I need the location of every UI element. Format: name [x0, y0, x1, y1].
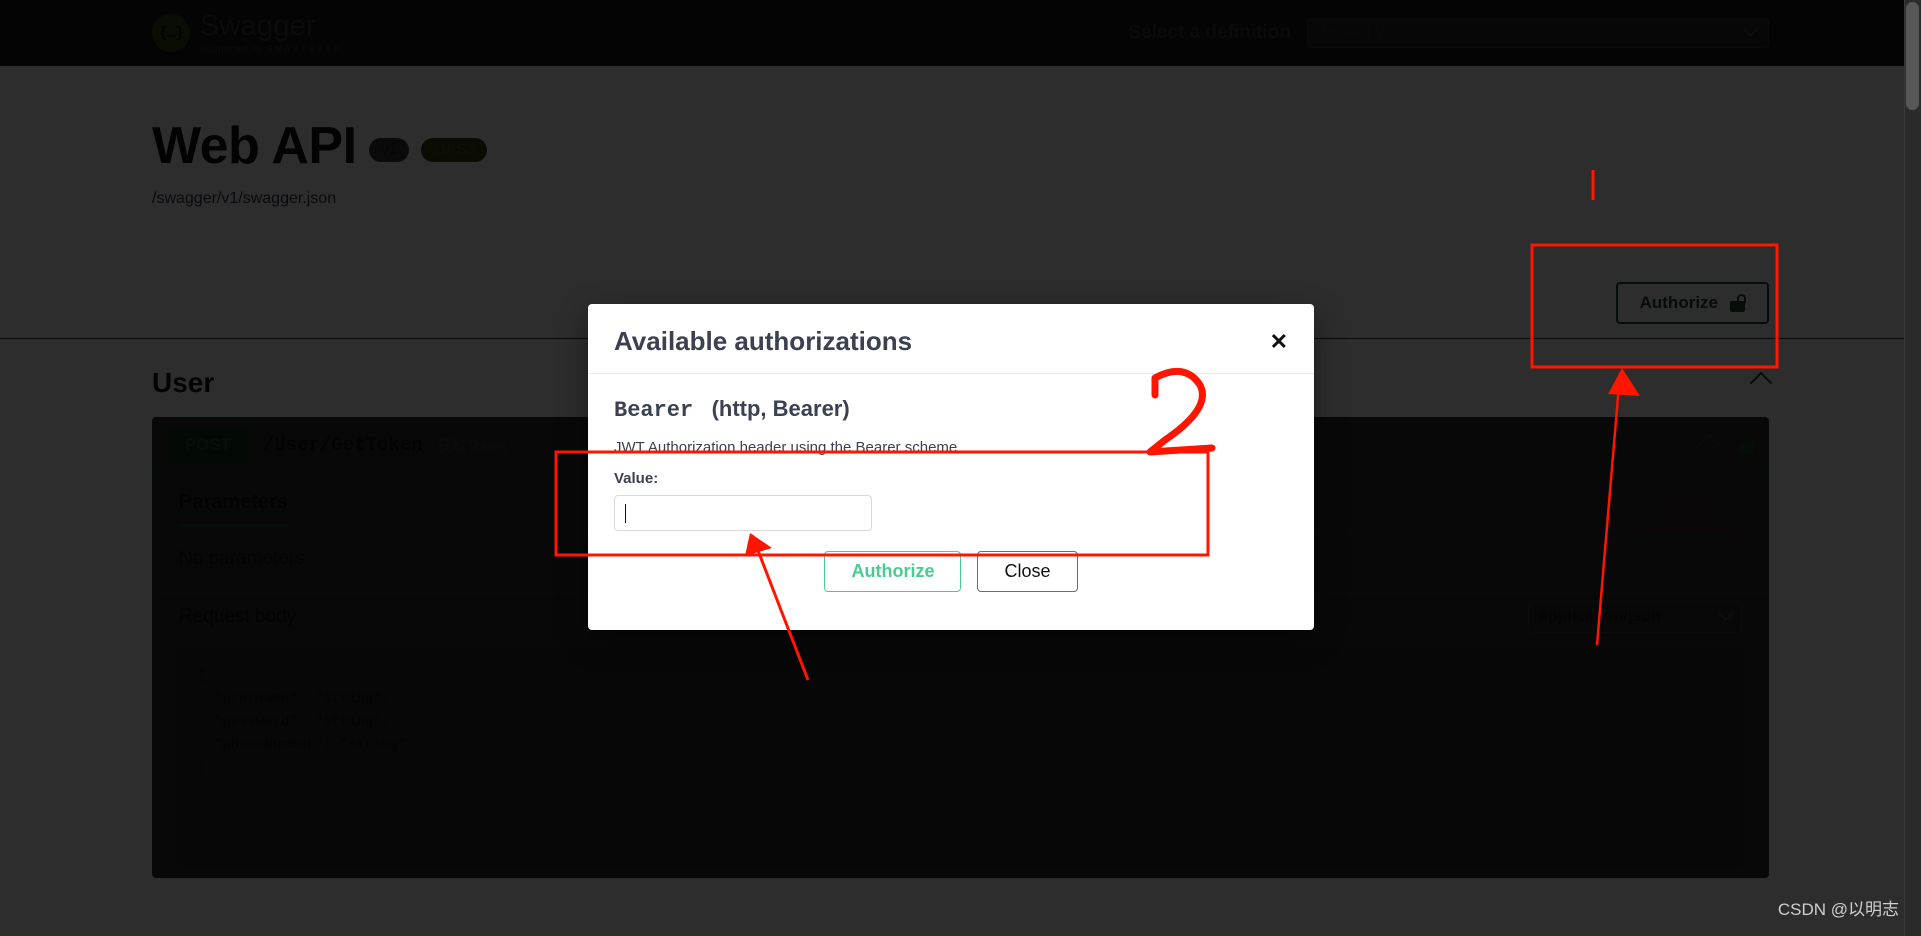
value-label: Value:: [614, 470, 659, 487]
text-caret: [625, 503, 626, 523]
authorizations-modal: Available authorizations ✕ Bearer (http,…: [588, 304, 1314, 630]
app-root: {…} Swagger Supported by SMARTBEAR Selec…: [0, 0, 1921, 936]
modal-actions: Authorize Close: [614, 551, 1288, 592]
security-scheme-title: Bearer (http, Bearer): [614, 396, 1288, 423]
security-scheme-description: JWT Authorization header using the Beare…: [614, 439, 958, 456]
modal-close-button[interactable]: Close: [977, 551, 1078, 592]
value-input[interactable]: [614, 495, 872, 531]
scrollbar-track[interactable]: [1904, 0, 1921, 936]
security-scheme-name: Bearer: [614, 398, 694, 423]
security-scheme-type: (http, Bearer): [711, 396, 850, 421]
modal-header: Available authorizations ✕: [588, 304, 1314, 374]
watermark: CSDN @以明志: [1777, 900, 1899, 919]
modal-authorize-button[interactable]: Authorize: [824, 551, 962, 592]
close-icon[interactable]: ✕: [1270, 330, 1288, 353]
scrollbar-thumb[interactable]: [1906, 2, 1919, 110]
modal-title: Available authorizations: [614, 326, 913, 356]
modal-body: Bearer (http, Bearer) JWT Authorization …: [588, 374, 1314, 592]
